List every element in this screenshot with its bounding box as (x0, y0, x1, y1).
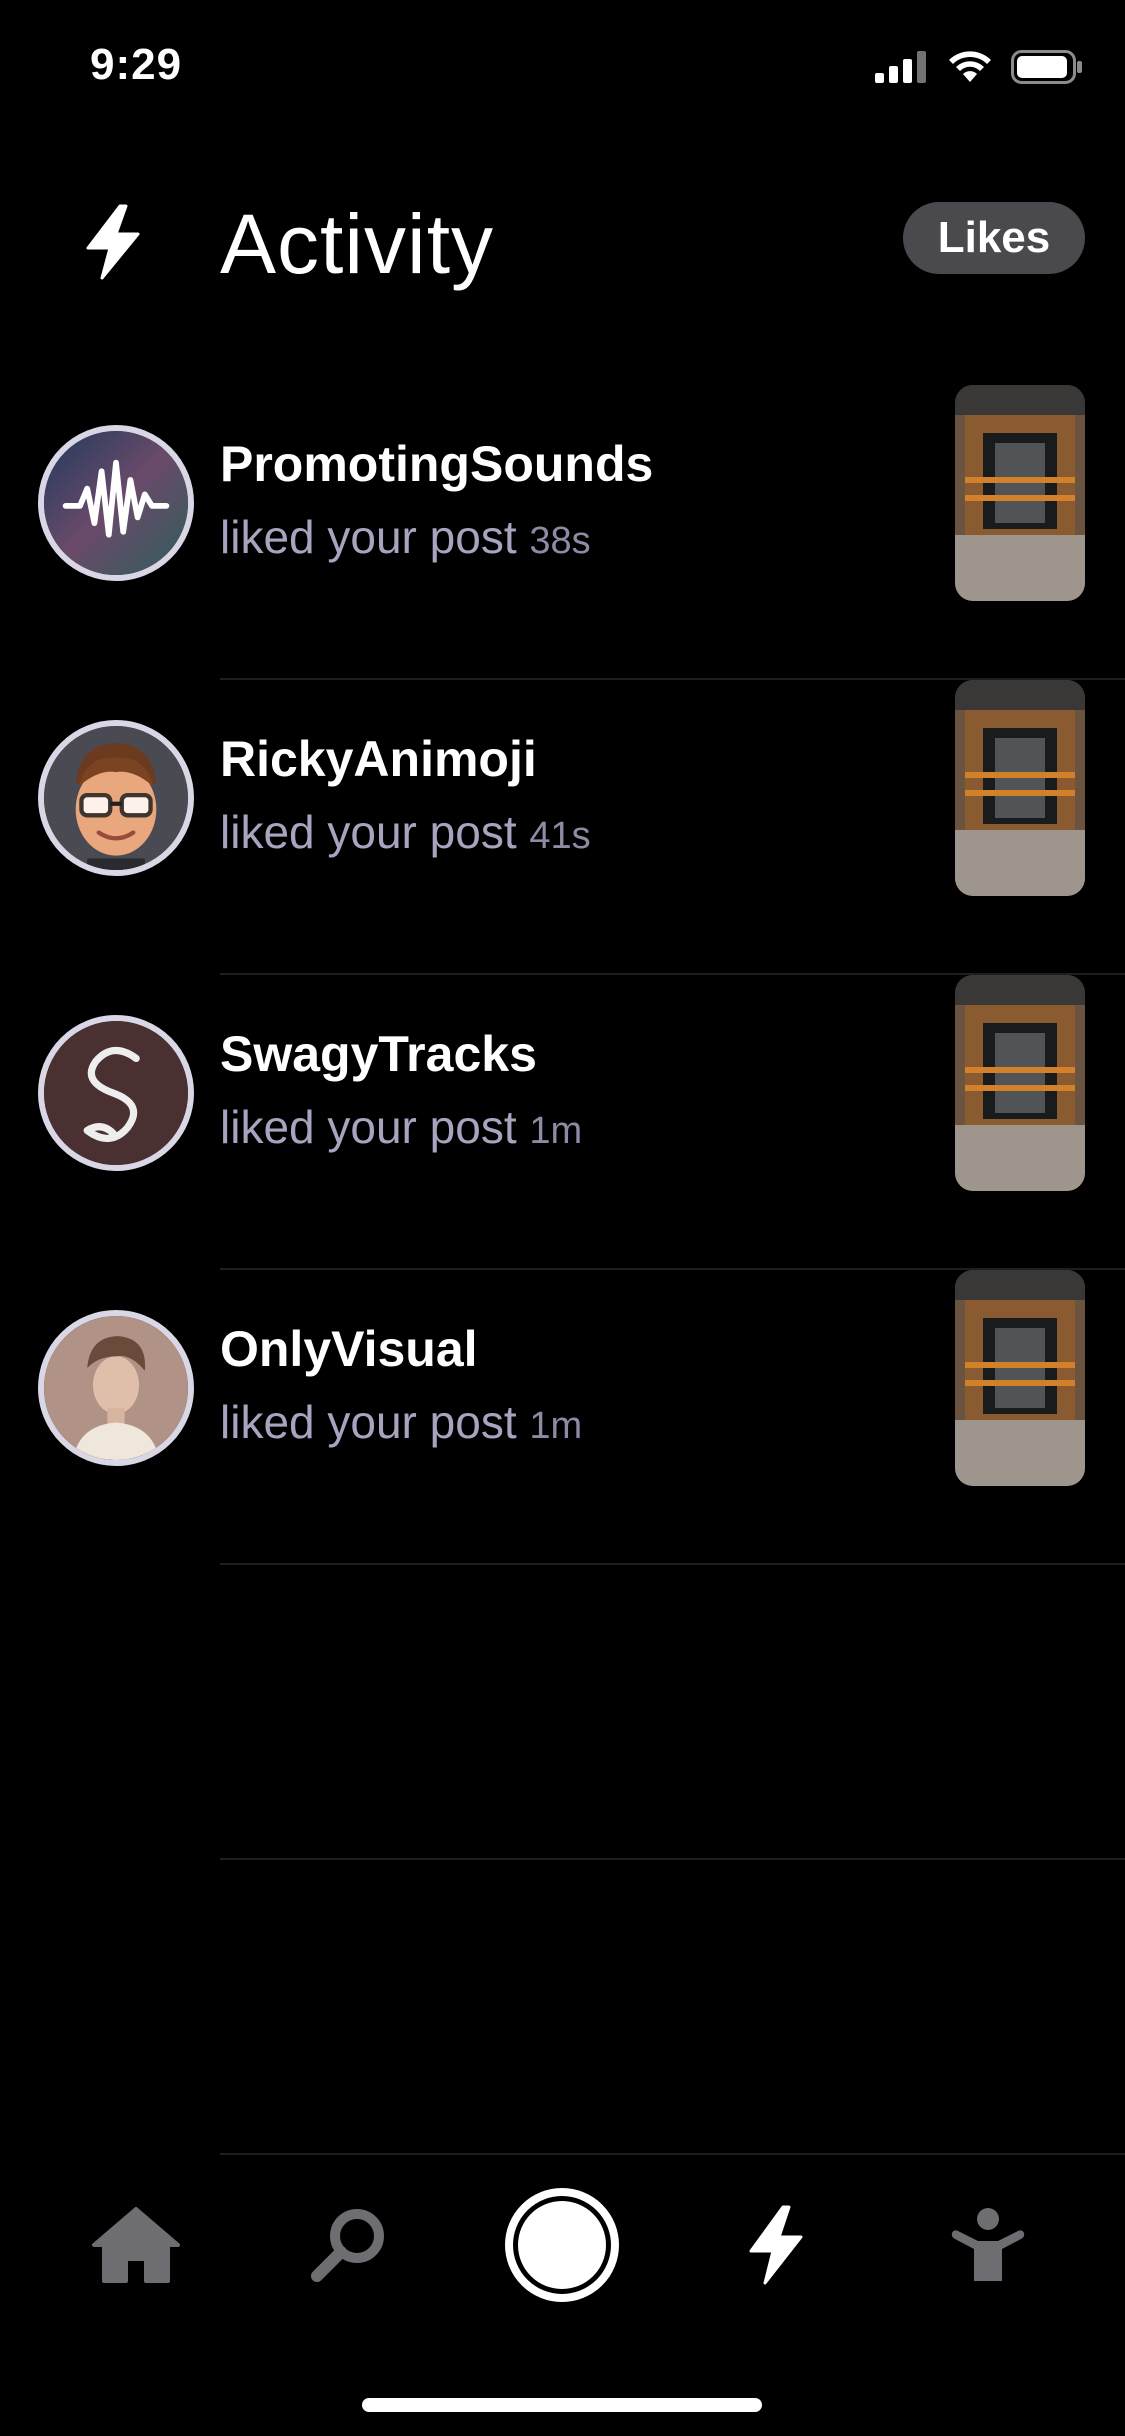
soundwave-avatar-icon (44, 431, 188, 575)
activity-row[interactable]: OnlyVisual liked your post 1m (0, 1270, 1125, 1565)
status-time: 9:29 (90, 40, 183, 89)
tab-home[interactable] (76, 2180, 196, 2310)
tab-activity[interactable] (716, 2180, 836, 2310)
username[interactable]: PromotingSounds (220, 435, 653, 493)
post-thumbnail-image (955, 680, 1085, 896)
activity-description: liked your post 1m (220, 1395, 582, 1449)
avatar[interactable] (38, 720, 194, 876)
activity-time: 38s (529, 520, 591, 562)
activity-action: liked your post (220, 806, 517, 858)
bolt-icon (86, 204, 140, 280)
username[interactable]: RickyAnimoji (220, 730, 537, 788)
activity-time: 1m (529, 1405, 583, 1447)
avatar[interactable] (38, 1310, 194, 1466)
activity-description: liked your post 1m (220, 1100, 582, 1154)
activity-description: liked your post 41s (220, 805, 591, 859)
activity-action: liked your post (220, 511, 517, 563)
post-thumbnail[interactable] (955, 385, 1085, 601)
camera-icon (505, 2188, 619, 2302)
home-indicator[interactable] (362, 2398, 762, 2412)
post-thumbnail[interactable] (955, 1270, 1085, 1486)
row-divider (220, 2153, 1125, 2155)
page-title: Activity (220, 197, 495, 291)
activity-row[interactable]: PromotingSounds liked your post 38s (0, 385, 1125, 680)
search-icon (311, 2209, 384, 2282)
header: Activity Likes (0, 180, 1125, 300)
tab-bar (0, 2180, 1125, 2310)
post-thumbnail-image (955, 385, 1085, 601)
post-thumbnail[interactable] (955, 680, 1085, 896)
script-s-avatar-icon (44, 1021, 188, 1165)
post-thumbnail-image (955, 1270, 1085, 1486)
username[interactable]: OnlyVisual (220, 1320, 478, 1378)
portrait-avatar-icon (44, 1316, 188, 1460)
activity-action: liked your post (220, 1396, 517, 1448)
activity-time: 41s (529, 815, 591, 857)
post-thumbnail[interactable] (955, 975, 1085, 1191)
username[interactable]: SwagyTracks (220, 1025, 537, 1083)
profile-icon (951, 2208, 1025, 2281)
tab-camera[interactable] (502, 2180, 622, 2310)
activity-time: 1m (529, 1110, 583, 1152)
avatar[interactable] (38, 1015, 194, 1171)
tab-profile[interactable] (928, 2180, 1048, 2310)
home-icon (92, 2207, 180, 2283)
post-thumbnail-image (955, 975, 1085, 1191)
activity-row[interactable]: SwagyTracks liked your post 1m (0, 975, 1125, 1270)
status-icons (875, 50, 1083, 84)
activity-row[interactable]: RickyAnimoji liked your post 41s (0, 680, 1125, 975)
likes-filter-button[interactable]: Likes (903, 202, 1085, 274)
activity-bolt-icon (749, 2205, 803, 2285)
activity-description: liked your post 38s (220, 510, 591, 564)
tab-search[interactable] (288, 2180, 408, 2310)
status-bar: 9:29 (0, 0, 1125, 140)
wifi-icon (949, 51, 991, 82)
memoji-avatar-icon (44, 726, 188, 870)
activity-screen: 9:29 Activity Likes PromotingSounds like… (0, 0, 1125, 2436)
activity-action: liked your post (220, 1101, 517, 1153)
battery-icon (1011, 50, 1082, 84)
empty-list-row (0, 1565, 1125, 1860)
cellular-signal-icon (875, 51, 926, 83)
activity-list: PromotingSounds liked your post 38s Rick… (0, 385, 1125, 2155)
avatar[interactable] (38, 425, 194, 581)
empty-list-row (0, 1860, 1125, 2155)
